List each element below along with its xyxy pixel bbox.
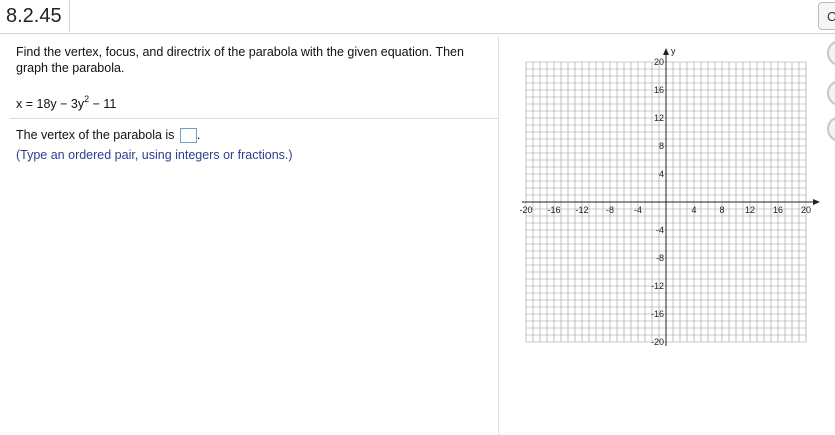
x-tick-labels: -20 -16 -12 -8 -4 4 8 12 16 20 [519, 205, 811, 215]
equation-main: x = 18y − 3y [16, 97, 85, 112]
graph-tool-button[interactable] [827, 40, 835, 66]
side-tab-button[interactable]: C [818, 2, 835, 30]
x-tick-label: -4 [634, 205, 642, 215]
problem-id: 8.2.45 [0, 0, 70, 32]
separator [10, 118, 498, 119]
top-bar: 8.2.45 C [0, 0, 835, 34]
y-tick-label: -20 [651, 337, 664, 347]
vertex-prompt: The vertex of the parabola is [16, 128, 175, 142]
coordinate-graph[interactable]: -20 -16 -12 -8 -4 4 8 12 16 20 20 16 12 8 4 -4 -8 -12 -16… [510, 44, 820, 354]
y-tick-label: -12 [651, 281, 664, 291]
equation-tail: − 11 [89, 97, 117, 112]
x-tick-label: 16 [773, 205, 783, 215]
x-tick-label: -16 [547, 205, 560, 215]
y-tick-label: 4 [659, 169, 664, 179]
graph-axes [522, 48, 820, 346]
y-axis-label: y [671, 46, 676, 56]
y-tick-label: 8 [659, 141, 664, 151]
parabola-equation: x = 18y − 3y2 − 11 [16, 94, 117, 112]
x-tick-label: -8 [606, 205, 614, 215]
y-tick-label: -16 [651, 309, 664, 319]
y-axis-arrow [663, 48, 669, 55]
x-tick-label: -20 [519, 205, 532, 215]
graph-tool-button[interactable] [827, 116, 835, 142]
x-tick-label: 8 [719, 205, 724, 215]
vertex-prompt-period: . [196, 128, 201, 142]
vertex-answer-box[interactable] [179, 128, 197, 144]
x-tick-label: 4 [691, 205, 696, 215]
x-axis-arrow [813, 199, 820, 205]
vertex-question: The vertex of the parabola is . [16, 128, 201, 144]
graph-tool-button[interactable] [827, 80, 835, 106]
x-tick-label: 20 [801, 205, 811, 215]
y-tick-label: 12 [654, 113, 664, 123]
y-tick-label: -8 [656, 253, 664, 263]
y-tick-label: 16 [654, 85, 664, 95]
panel-divider [498, 36, 499, 435]
x-tick-label: 12 [745, 205, 755, 215]
x-tick-label: -12 [575, 205, 588, 215]
y-tick-label: 20 [654, 57, 664, 67]
equation-exponent: 2 [84, 94, 90, 104]
answer-hint: (Type an ordered pair, using integers or… [16, 148, 293, 162]
y-tick-label: -4 [656, 225, 664, 235]
question-instruction: Find the vertex, focus, and directrix of… [16, 45, 464, 75]
